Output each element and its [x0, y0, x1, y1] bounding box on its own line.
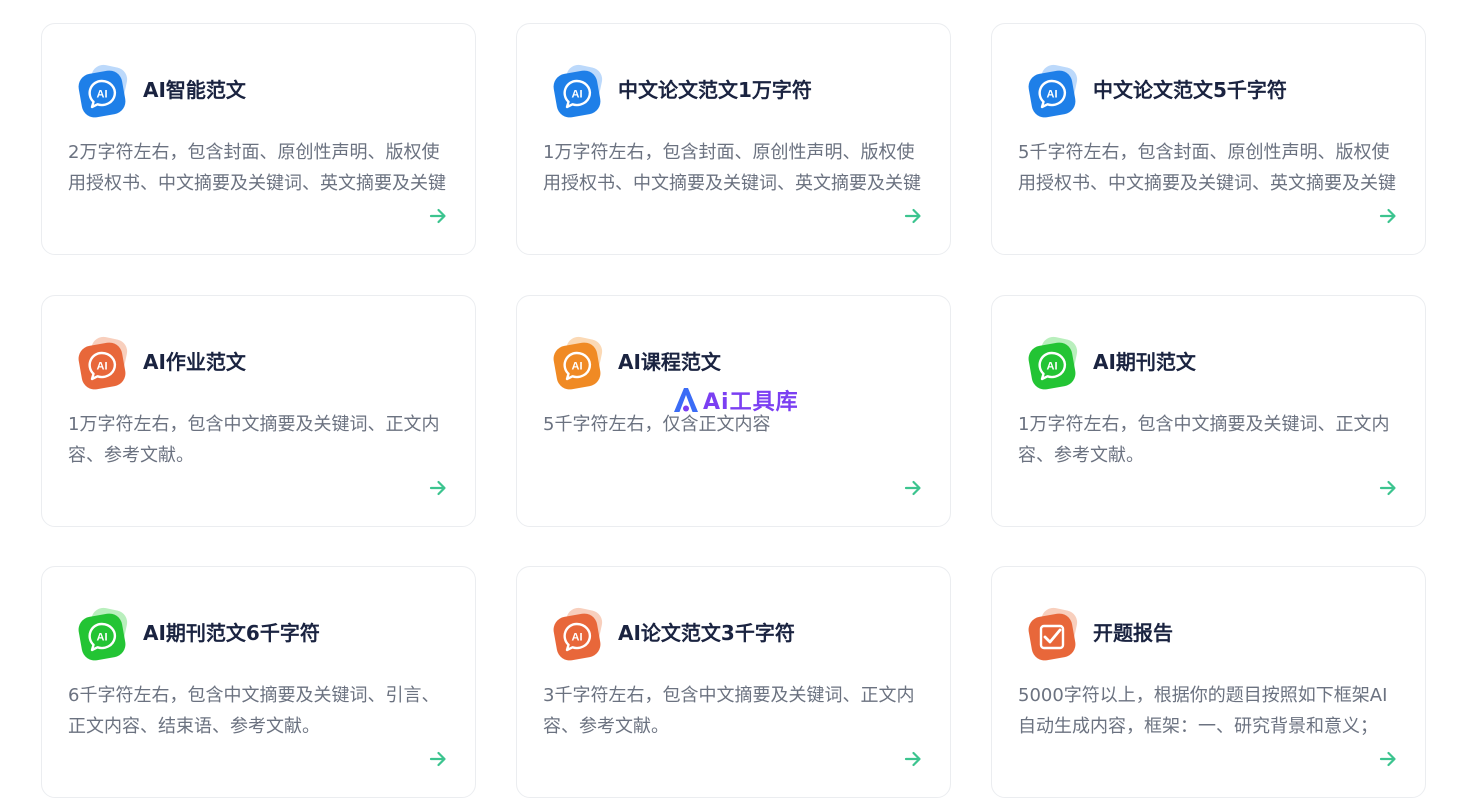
svg-text:AI: AI — [1047, 89, 1058, 101]
svg-text:AI: AI — [97, 632, 108, 644]
card-proposal-report[interactable]: 开题报告 5000字符以上，根据你的题目按照如下框架AI自动生成内容，框架：一、… — [991, 566, 1426, 798]
card-ai-journal-6k[interactable]: AI AI期刊范文6千字符 6千字符左右，包含中文摘要及关键词、引言、正文内容、… — [41, 566, 476, 798]
card-title: AI论文范文3千字符 — [618, 621, 795, 645]
svg-text:AI: AI — [572, 89, 583, 101]
card-description: 5千字符左右，包含封面、原创性声明、版权使用授权书、中文摘要及关键词、英文摘要及… — [1018, 142, 1396, 194]
arrow-right-icon[interactable] — [428, 478, 448, 498]
ai-badge-icon: AI — [1026, 336, 1082, 392]
svg-text:AI: AI — [572, 632, 583, 644]
ai-badge-icon: AI — [551, 336, 607, 392]
card-ai-journal[interactable]: AI AI期刊范文 1万字符左右，包含中文摘要及关键词、正文内容、参考文献。 — [991, 295, 1426, 527]
card-description: 5千字符左右，仅含正文内容 — [543, 414, 771, 435]
card-description: 1万字符左右，包含封面、原创性声明、版权使用授权书、中文摘要及关键词、英文摘要及… — [543, 142, 921, 194]
card-title: 开题报告 — [1093, 621, 1173, 645]
arrow-right-icon[interactable] — [1378, 478, 1398, 498]
checklist-icon — [1026, 607, 1082, 663]
card-ai-paper-3k[interactable]: AI AI论文范文3千字符 3千字符左右，包含中文摘要及关键词、正文内容、参考文… — [516, 566, 951, 798]
ai-badge-icon: AI — [1026, 64, 1082, 120]
arrow-right-icon[interactable] — [1378, 206, 1398, 226]
card-ai-course[interactable]: AI AI课程范文 5千字符左右，仅含正文内容 — [516, 295, 951, 527]
card-title: AI期刊范文6千字符 — [143, 621, 320, 645]
ai-badge-icon: AI — [76, 336, 132, 392]
card-description: 6千字符左右，包含中文摘要及关键词、引言、正文内容、结束语、参考文献。 — [68, 685, 440, 737]
svg-text:AI: AI — [572, 361, 583, 373]
card-title: AI智能范文 — [143, 78, 246, 102]
arrow-right-icon[interactable] — [903, 478, 923, 498]
svg-text:AI: AI — [1047, 361, 1058, 373]
card-description: 2万字符左右，包含封面、原创性声明、版权使用授权书、中文摘要及关键词、英文摘要及… — [68, 142, 446, 194]
card-description: 1万字符左右，包含中文摘要及关键词、正文内容、参考文献。 — [68, 414, 440, 466]
card-ai-smart-essay[interactable]: AI AI智能范文 2万字符左右，包含封面、原创性声明、版权使用授权书、中文摘要… — [41, 23, 476, 255]
ai-badge-icon: AI — [551, 607, 607, 663]
card-chinese-paper-5k[interactable]: AI 中文论文范文5千字符 5千字符左右，包含封面、原创性声明、版权使用授权书、… — [991, 23, 1426, 255]
ai-badge-icon: AI — [76, 607, 132, 663]
arrow-right-icon[interactable] — [428, 749, 448, 769]
card-title: AI期刊范文 — [1093, 350, 1196, 374]
template-card-grid: AI AI智能范文 2万字符左右，包含封面、原创性声明、版权使用授权书、中文摘要… — [0, 0, 1473, 799]
card-title: AI课程范文 — [618, 350, 721, 374]
svg-text:AI: AI — [97, 361, 108, 373]
ai-badge-icon: AI — [76, 64, 132, 120]
card-description: 5000字符以上，根据你的题目按照如下框架AI自动生成内容，框架：一、研究背景和… — [1018, 685, 1388, 737]
card-title: 中文论文范文5千字符 — [1093, 78, 1287, 102]
arrow-right-icon[interactable] — [1378, 749, 1398, 769]
card-description: 3千字符左右，包含中文摘要及关键词、正文内容、参考文献。 — [543, 685, 915, 737]
svg-text:AI: AI — [97, 89, 108, 101]
card-title: AI作业范文 — [143, 350, 246, 374]
card-ai-homework[interactable]: AI AI作业范文 1万字符左右，包含中文摘要及关键词、正文内容、参考文献。 — [41, 295, 476, 527]
card-description: 1万字符左右，包含中文摘要及关键词、正文内容、参考文献。 — [1018, 414, 1390, 466]
card-title: 中文论文范文1万字符 — [618, 78, 812, 102]
arrow-right-icon[interactable] — [428, 206, 448, 226]
arrow-right-icon[interactable] — [903, 749, 923, 769]
arrow-right-icon[interactable] — [903, 206, 923, 226]
ai-badge-icon: AI — [551, 64, 607, 120]
card-chinese-paper-10k[interactable]: AI 中文论文范文1万字符 1万字符左右，包含封面、原创性声明、版权使用授权书、… — [516, 23, 951, 255]
